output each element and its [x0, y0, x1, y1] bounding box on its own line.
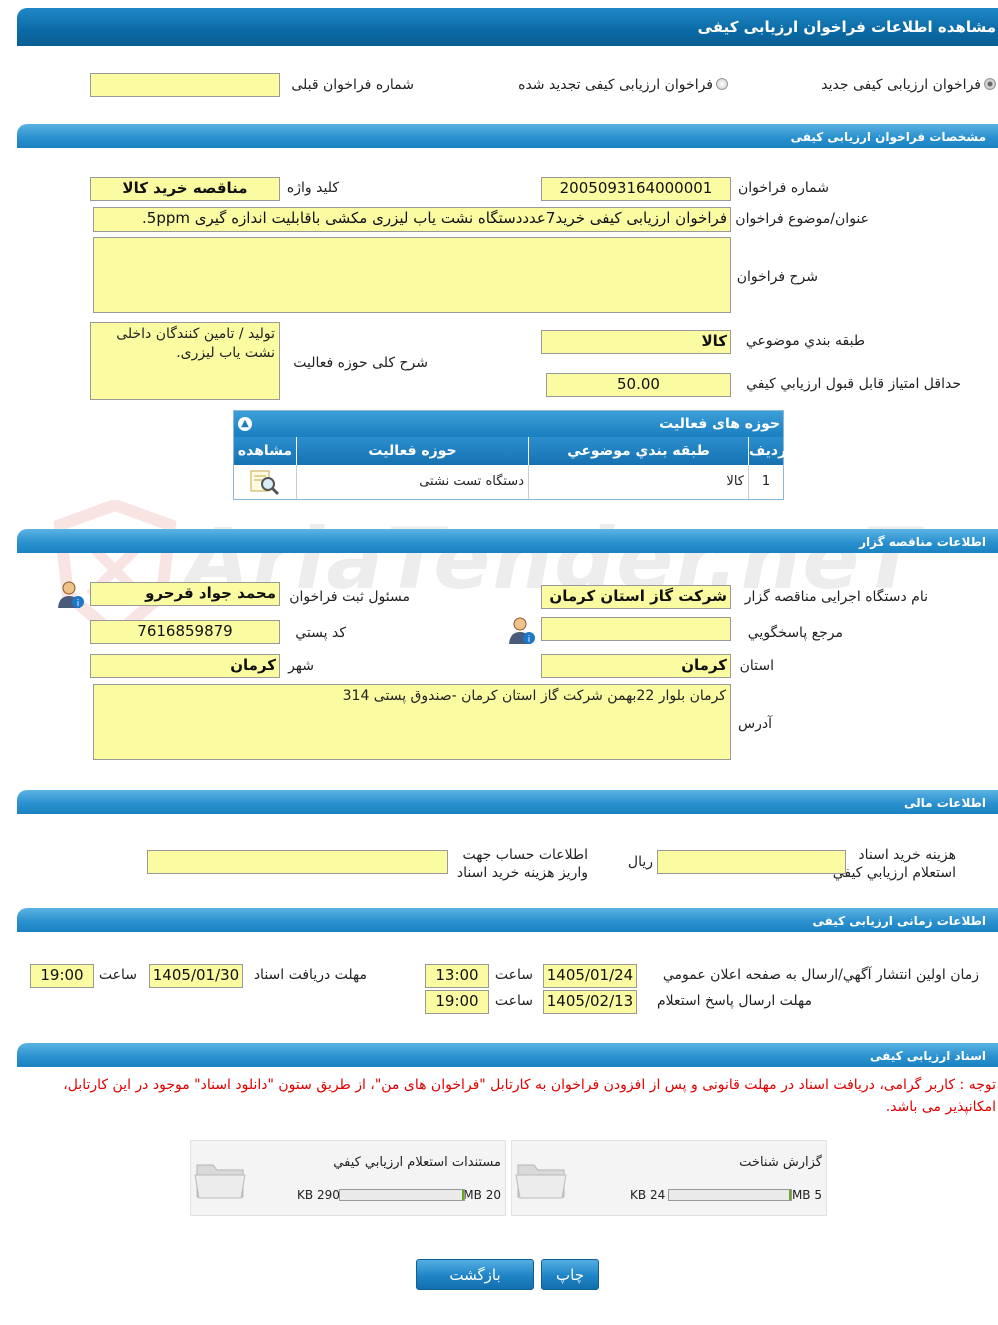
user-info-icon[interactable]: i: [56, 580, 86, 610]
svg-text:i: i: [528, 635, 531, 645]
subject-label: عنوان/موضوع فراخوان: [735, 211, 869, 227]
desc-label: شرح فراخوان: [736, 269, 818, 285]
min-score-field[interactable]: 50.00: [546, 373, 731, 397]
activity-table-header: حوزه های فعالیت ▲: [234, 411, 783, 437]
receive-time-label: ساعت: [98, 967, 137, 983]
desc-field[interactable]: [93, 237, 731, 313]
city-label: شهر: [288, 658, 314, 674]
file-progress-fill: [462, 1190, 464, 1200]
row-category: کالا: [528, 465, 748, 499]
reply-date-field[interactable]: 1405/02/13: [543, 990, 637, 1014]
category-label: طبقه بندي موضوعي: [745, 333, 865, 349]
number-label: شماره فراخوان: [738, 180, 829, 196]
activity-desc-field[interactable]: تولید / تامین کنندگان داخلی نشت یاب لیزر…: [90, 322, 280, 400]
folder-icon: [515, 1164, 567, 1199]
radio-new[interactable]: [984, 78, 996, 90]
doc-cost-label-line1: هزينه خريد اسناد: [858, 847, 956, 863]
file-size: 290 KB: [297, 1188, 340, 1202]
file-max: 5 MB: [791, 1188, 822, 1202]
radio-renewed-label: فراخوان ارزیابی کیفی تجدید شده: [518, 77, 713, 93]
file-name: گزارش شناخت: [739, 1155, 822, 1170]
postal-field[interactable]: 7616859879: [90, 620, 280, 644]
receive-date-field[interactable]: 1405/01/30: [149, 964, 243, 988]
province-label: استان: [739, 658, 774, 674]
org-label: نام دستگاه اجرایی مناقصه گزار: [744, 589, 928, 605]
publish-time-label: ساعت: [494, 967, 533, 983]
col-index: رديف: [748, 437, 786, 465]
col-activity: حوزه فعاليت: [296, 437, 528, 465]
section-finance-header: اطلاعات مالی: [17, 790, 998, 814]
shield-logo-icon: [53, 500, 177, 640]
row-view: [234, 465, 296, 499]
city-field[interactable]: کرمان: [90, 654, 280, 678]
keyword-label: کلید واژه: [286, 180, 339, 196]
account-field[interactable]: [147, 850, 448, 874]
reply-time-label: ساعت: [494, 993, 533, 1009]
docs-notice: توجه : کاربر گرامی، دریافت اسناد در مهلت…: [63, 1077, 996, 1115]
min-score-label: حداقل امتياز قابل قبول ارزيابي کيفي: [746, 376, 961, 392]
radio-new-label: فراخوان ارزیابی کیفی جدید: [821, 77, 981, 93]
activity-table: حوزه های فعالیت ▲ رديف طبقه بندي موضوعي …: [233, 410, 786, 500]
account-label-line1: اطلاعات حساب جهت: [462, 847, 588, 863]
file-name: مستندات استعلام ارزيابي کيفي: [333, 1155, 501, 1170]
receive-time-field[interactable]: 19:00: [30, 964, 94, 988]
file-progress-bar: [668, 1189, 792, 1201]
reply-time-field[interactable]: 19:00: [425, 990, 489, 1014]
prev-number-field[interactable]: [90, 73, 280, 97]
section-organizer-header: اطلاعات مناقصه گزار: [17, 529, 998, 553]
responder-info-icon[interactable]: i: [507, 616, 537, 646]
number-field[interactable]: 2005093164000001: [541, 177, 731, 201]
address-label: آدرس: [738, 716, 772, 732]
file-size: 24 KB: [630, 1188, 666, 1202]
row-index: 1: [748, 465, 783, 499]
receive-label: مهلت دریافت اسناد: [253, 967, 367, 983]
section-timing-header: اطلاعات زمانی ارزیابی کیفی: [17, 908, 998, 932]
folder-icon: [194, 1164, 246, 1199]
doc-cost-field[interactable]: [657, 850, 846, 874]
file-card[interactable]: مستندات استعلام ارزيابي کيفي 20 MB 290 K…: [190, 1140, 506, 1216]
radio-renewed[interactable]: [716, 78, 728, 90]
section-spec-header: مشخصات فراخوان ارزیابی کیفی: [17, 124, 998, 148]
publish-time-field[interactable]: 13:00: [425, 964, 489, 988]
currency-label: ريال: [627, 854, 653, 870]
col-view: مشاهده: [234, 437, 296, 465]
activity-table-title: حوزه های فعالیت: [659, 416, 780, 432]
account-label-line2: واریز هزینه خرید اسناد: [456, 865, 588, 881]
responder-label: مرجع پاسخگويي: [747, 625, 843, 641]
svg-text:i: i: [77, 599, 80, 609]
responsible-field[interactable]: محمد جواد قرحرو: [90, 582, 280, 606]
collapse-icon[interactable]: ▲: [238, 417, 252, 431]
col-category: طبقه بندي موضوعي: [528, 437, 748, 465]
table-row: 1 کالا دستگاه تست نشتی: [234, 465, 783, 499]
row-activity: دستگاه تست نشتی: [296, 465, 528, 499]
responsible-label: مسئول ثبت فراخوان: [289, 589, 410, 605]
postal-label: کد پستي: [295, 625, 346, 641]
keyword-field[interactable]: مناقصه خرید کالا: [90, 177, 280, 201]
responder-field[interactable]: [541, 617, 731, 641]
publish-date-field[interactable]: 1405/01/24: [543, 964, 637, 988]
publish-label: زمان اولين انتشار آگهي/ارسال به صفحه اعل…: [662, 967, 979, 983]
org-field[interactable]: شرکت گاز استان کرمان: [541, 585, 731, 609]
file-progress-bar: [339, 1189, 465, 1201]
file-card[interactable]: گزارش شناخت 5 MB 24 KB: [511, 1140, 827, 1216]
province-field[interactable]: کرمان: [541, 654, 731, 678]
file-max: 20 MB: [463, 1188, 501, 1202]
activity-desc-label: شرح کلی حوزه فعالیت: [293, 355, 428, 371]
subject-field[interactable]: فراخوان ارزیابی کیفی خرید7عدددستگاه نشت …: [93, 207, 731, 232]
account-label: اطلاعات حساب جهت واریز هزینه خرید اسناد: [457, 846, 588, 882]
print-button[interactable]: چاپ: [541, 1259, 599, 1290]
file-progress-fill: [789, 1190, 791, 1200]
doc-cost-label: هزينه خريد اسناد استعلام ارزيابي کيفي: [833, 846, 956, 882]
back-button[interactable]: بازگشت: [416, 1259, 534, 1290]
reply-label: مهلت ارسال پاسخ استعلام: [656, 993, 812, 1009]
address-field[interactable]: کرمان بلوار 22بهمن شرکت گاز استان کرمان …: [93, 684, 731, 760]
prev-number-label: شماره فراخوان قبلی: [291, 77, 414, 93]
section-docs-header: اسناد ارزیابی کیفی: [17, 1043, 998, 1067]
category-field[interactable]: کالا: [541, 330, 731, 354]
view-magnifier-icon[interactable]: [248, 467, 282, 497]
doc-cost-label-line2: استعلام ارزيابي کيفي: [832, 865, 956, 881]
page-title: مشاهده اطلاعات فراخوان ارزیابی کیفی: [17, 8, 998, 46]
